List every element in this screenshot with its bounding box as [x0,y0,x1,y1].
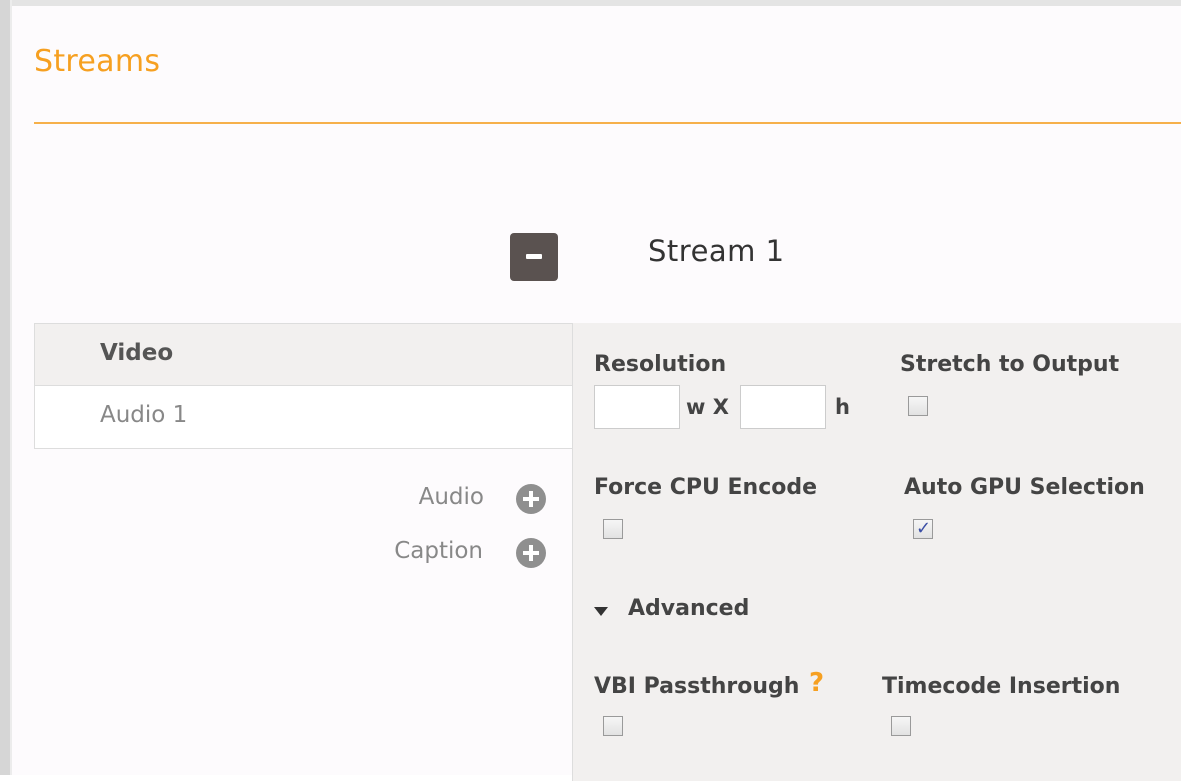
add-audio-button[interactable]: Audio [372,482,557,516]
add-caption-label: Caption [394,538,483,564]
video-settings: Resolution w X h Stretch to Output Force… [572,323,1181,781]
timecode-insertion-label: Timecode Insertion [882,674,1121,699]
vbi-passthrough-label: VBI Passthrough [594,674,800,699]
page-title: Streams [34,44,161,79]
track-item-label: Audio 1 [100,402,188,428]
track-list: Video Audio 1 [34,323,574,449]
height-suffix: h [835,395,850,419]
resolution-width-input[interactable] [594,385,680,429]
add-caption-button[interactable]: Caption [352,536,557,570]
resolution-label: Resolution [594,352,727,377]
track-item-audio-1[interactable]: Audio 1 [35,386,573,447]
auto-gpu-selection-checkbox[interactable] [913,518,933,539]
resolution-height-input[interactable] [740,385,826,429]
vbi-passthrough-checkbox[interactable] [603,716,623,736]
stretch-to-output-checkbox[interactable] [908,396,928,416]
track-item-label: Video [100,340,174,366]
caret-down-icon[interactable] [594,607,608,616]
advanced-toggle[interactable]: Advanced [628,596,749,621]
auto-gpu-selection-label: Auto GPU Selection [904,475,1145,500]
timecode-insertion-checkbox[interactable] [891,716,911,736]
force-cpu-encode-label: Force CPU Encode [594,475,818,500]
title-divider [34,122,1181,124]
stream-title: Stream 1 [648,234,785,268]
plus-circle-icon [516,484,546,514]
width-suffix: w X [686,395,729,419]
stretch-to-output-label: Stretch to Output [900,352,1120,377]
help-icon[interactable]: ? [809,668,824,698]
force-cpu-encode-checkbox[interactable] [603,519,623,539]
streams-panel: Streams Stream 1 Video Audio 1 Audio Cap… [12,6,1181,781]
collapse-stream-button[interactable] [510,233,558,281]
left-border [0,0,10,775]
add-audio-label: Audio [418,484,484,510]
track-item-video[interactable]: Video [35,324,573,386]
plus-circle-icon [516,538,546,568]
